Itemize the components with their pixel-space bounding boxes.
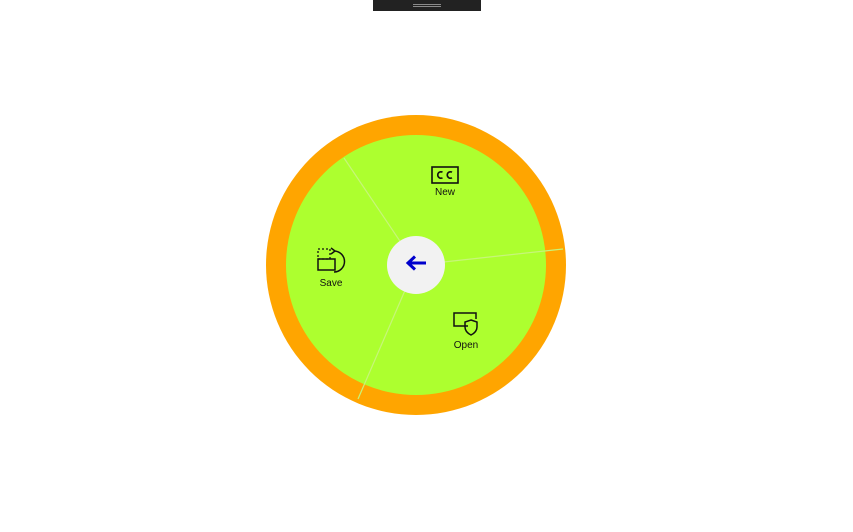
menu-item-new[interactable]: New — [431, 166, 459, 198]
menu-item-label: Open — [453, 340, 479, 351]
grip-line — [413, 4, 441, 5]
closed-caption-icon — [431, 166, 459, 184]
back-button[interactable] — [387, 236, 445, 294]
rotate-crop-icon — [316, 247, 346, 275]
menu-item-save[interactable]: Save — [316, 247, 346, 289]
menu-item-label: Save — [319, 278, 343, 289]
radial-menu: New Save Open — [266, 115, 566, 415]
app-canvas: New Save Open — [0, 0, 853, 532]
window-drag-handle[interactable] — [373, 0, 481, 11]
menu-item-label: New — [434, 187, 455, 198]
menu-item-open[interactable]: Open — [451, 311, 481, 351]
shield-monitor-icon — [451, 311, 481, 337]
back-arrow-icon — [405, 254, 427, 276]
grip-line — [413, 6, 441, 7]
